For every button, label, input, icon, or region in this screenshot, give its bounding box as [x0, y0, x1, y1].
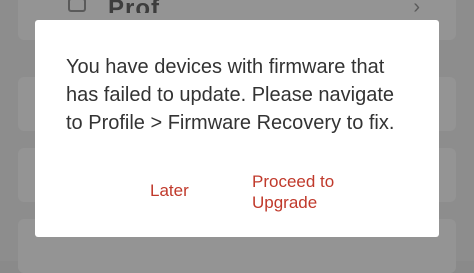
profile-card-title: Prof — [108, 0, 160, 13]
chevron-right-icon: › — [413, 0, 420, 18]
bookmark-icon — [68, 0, 86, 12]
dialog-message: You have devices with firmware that has … — [66, 56, 395, 134]
later-button[interactable]: Later — [150, 180, 189, 201]
firmware-alert-dialog: You have devices with firmware that has … — [35, 20, 439, 237]
proceed-to-upgrade-button[interactable]: Proceed to Upgrade — [252, 171, 334, 213]
